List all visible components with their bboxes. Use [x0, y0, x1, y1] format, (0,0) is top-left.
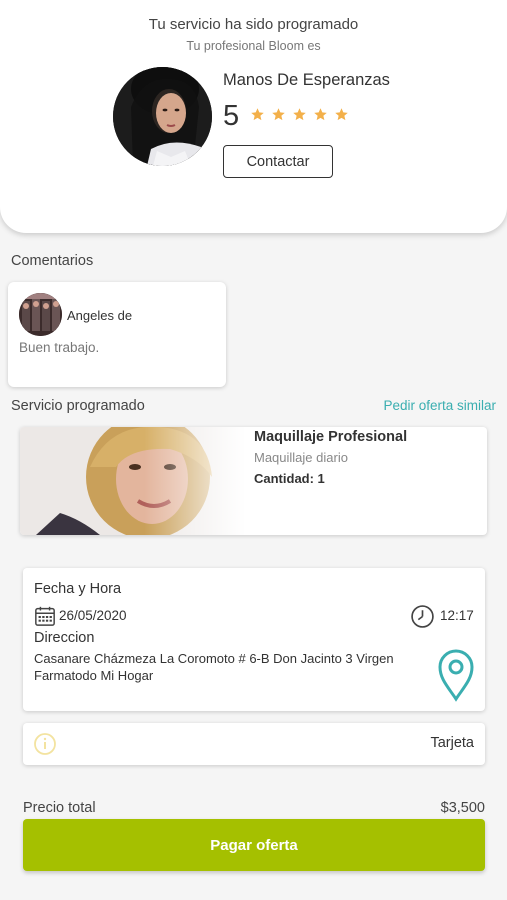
professional-header-card: Tu servicio ha sido programado Tu profes…	[0, 0, 507, 233]
star-icon	[335, 108, 348, 121]
service-quantity: Cantidad: 1	[254, 471, 325, 486]
service-time: 12:17	[440, 608, 474, 623]
service-section-label: Servicio programado	[11, 398, 145, 414]
info-icon	[34, 733, 56, 755]
professional-subtitle: Tu profesional Bloom es	[186, 39, 321, 53]
calendar-icon	[35, 606, 55, 626]
request-similar-offer-link[interactable]: Pedir oferta similar	[383, 398, 496, 413]
star-icon	[293, 108, 306, 121]
clock-icon	[411, 605, 434, 628]
service-type: Maquillaje diario	[254, 450, 348, 465]
comments-section-label: Comentarios	[11, 253, 94, 269]
contact-button[interactable]: Contactar	[223, 145, 333, 178]
comment-author: Angeles de	[67, 308, 133, 323]
location-pin-icon[interactable]	[436, 647, 476, 702]
professional-avatar[interactable]	[113, 67, 212, 166]
professional-name: Manos De Esperanzas	[223, 71, 390, 89]
comment-text: Buen trabajo.	[19, 340, 100, 355]
service-date: 26/05/2020	[59, 608, 127, 623]
rating-stars	[250, 107, 349, 122]
comment-card: Angeles de Buen trabajo.	[8, 282, 226, 387]
service-photo	[20, 427, 246, 535]
total-price-value: $3,500	[440, 800, 485, 816]
commenter-avatar	[19, 293, 62, 336]
scheduled-title: Tu servicio ha sido programado	[148, 16, 359, 33]
star-icon	[272, 108, 285, 121]
payment-method-card[interactable]: Tarjeta	[23, 723, 485, 765]
address-value: Casanare Cházmeza La Coromoto # 6-B Don …	[34, 651, 394, 683]
address-label: Direccion	[34, 630, 95, 646]
service-card[interactable]: Maquillaje Profesional Maquillaje diario…	[20, 427, 487, 535]
star-icon	[314, 108, 327, 121]
schedule-card: Fecha y Hora 26/05/2020 12:17 Direccion …	[23, 568, 485, 711]
service-name: Maquillaje Profesional	[254, 429, 408, 445]
rating-value: 5	[223, 100, 240, 132]
star-icon	[251, 108, 264, 121]
payment-method: Tarjeta	[430, 735, 474, 751]
datetime-label: Fecha y Hora	[34, 581, 122, 597]
pay-offer-button[interactable]: Pagar oferta	[23, 819, 485, 871]
total-price-label: Precio total	[23, 800, 96, 816]
